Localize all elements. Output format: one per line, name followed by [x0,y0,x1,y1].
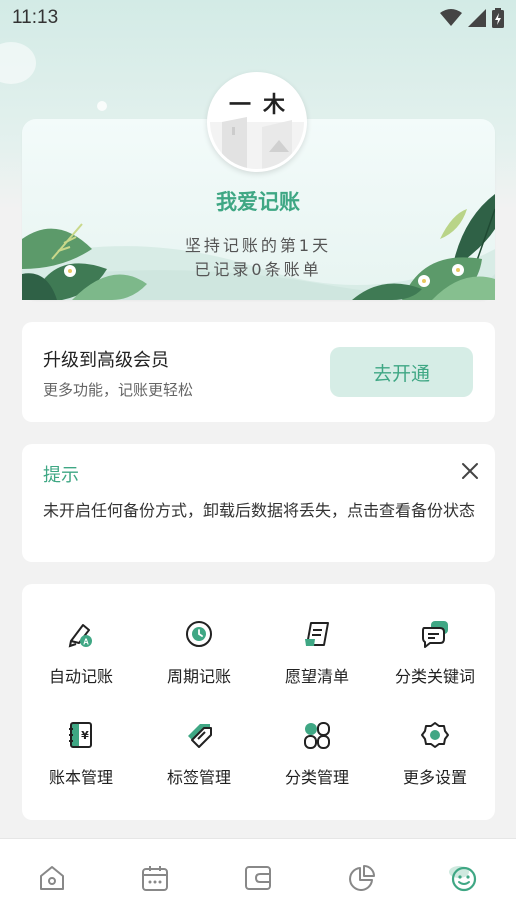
feature-label: 分类管理 [284,768,349,787]
status-icons [440,8,504,28]
wifi-icon [440,9,462,26]
status-bar: 11:13 [0,0,516,36]
feature-label: 周期记账 [166,667,231,686]
member-subtitle: 更多功能，记账更轻松 [43,381,194,399]
feature-category-keywords[interactable]: 分类关键词 [376,619,494,699]
feature-grid: A 自动记账 周期记账 愿望清单 分类关键词 ¥ 账本管理 标签管理 分类管理 … [22,584,495,820]
feature-category-management[interactable]: 分类管理 [258,720,376,800]
streak-days: 坚持记账的第1天 [184,236,332,255]
close-icon[interactable] [457,458,483,484]
periodic-bookkeeping-icon [186,621,212,647]
record-count: 已记录0条账单 [194,260,322,279]
avatar[interactable]: 一木 [207,72,307,172]
status-time: 11:13 [12,7,59,28]
settings-icon [421,722,449,748]
open-membership-button[interactable]: 去开通 [330,347,473,397]
feature-label: 更多设置 [402,768,467,787]
profile-icon[interactable] [449,863,479,893]
feature-ledger-management[interactable]: ¥ 账本管理 [22,720,140,800]
avatar-logo-text: 一木 [228,92,297,118]
backup-tip-card[interactable]: 提示 未开启任何备份方式，卸载后数据将丢失，点击查看备份状态 [22,444,495,562]
feature-auto-bookkeeping[interactable]: A 自动记账 [22,619,140,699]
category-icon [304,722,330,749]
svg-text:A: A [83,638,89,647]
user-name: 我爱记账 [216,190,300,214]
feature-periodic-bookkeeping[interactable]: 周期记账 [140,619,258,699]
feature-label: 愿望清单 [284,667,349,686]
category-keyword-icon [422,621,448,648]
bottom-navigation [0,838,516,918]
feature-more-settings[interactable]: 更多设置 [376,720,494,800]
decor-bubble [97,101,107,111]
feature-wishlist[interactable]: 愿望清单 [258,619,376,699]
member-title: 升级到高级会员 [43,350,169,371]
feature-label: 标签管理 [166,768,231,787]
tip-title: 提示 [43,465,79,486]
auto-bookkeeping-icon: A [68,624,92,648]
feature-label: 账本管理 [48,768,113,787]
member-upgrade-card[interactable]: 升级到高级会员 更多功能，记账更轻松 去开通 [22,322,495,422]
ledger-icon: ¥ [69,722,92,748]
tip-message: 未开启任何备份方式，卸载后数据将丢失，点击查看备份状态 [43,501,476,520]
tag-icon [188,724,212,748]
calendar-icon[interactable] [140,863,170,893]
battery-icon [492,8,504,28]
wallet-icon[interactable] [243,863,273,893]
home-icon[interactable] [37,863,67,893]
feature-tag-management[interactable]: 标签管理 [140,720,258,800]
svg-text:¥: ¥ [81,729,89,742]
feature-label: 分类关键词 [394,667,475,686]
feature-label: 自动记账 [48,667,113,686]
wishlist-icon [305,622,329,646]
signal-icon [468,9,486,27]
chart-icon[interactable] [346,863,376,893]
